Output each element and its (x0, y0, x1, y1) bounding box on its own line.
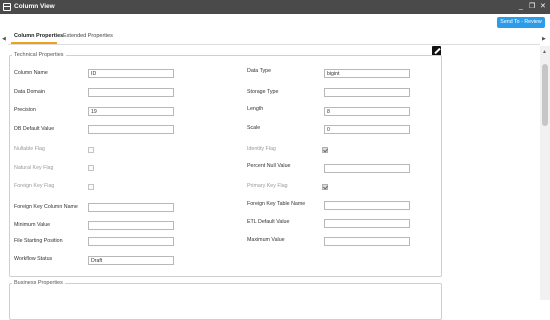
foreign-key-flag-checkbox[interactable] (88, 184, 94, 190)
foreign-key-column-name-label: Foreign Key Column Name (14, 204, 78, 210)
tab-extended-properties[interactable]: Extended Properties (63, 31, 113, 41)
workflow-status-input[interactable] (88, 256, 174, 265)
column-name-input[interactable] (88, 69, 174, 78)
tab-scroll-left-icon[interactable]: ◀ (2, 36, 6, 42)
length-label: Length (247, 106, 264, 112)
column-name-label: Column Name (14, 70, 48, 76)
tab-divider (8, 44, 540, 45)
title-bar: Column View _ ❐ ✕ (0, 0, 550, 14)
primary-key-flag-label: Primary Key Flag (247, 183, 288, 189)
send-to-review-button[interactable]: Send To - Review (497, 17, 545, 28)
tab-scroll-right-icon[interactable]: ▶ (542, 36, 546, 42)
etl-default-value-input[interactable] (324, 219, 410, 228)
scroll-up-icon[interactable]: ▲ (542, 49, 547, 55)
percent-null-value-label: Percent Null Value (247, 163, 291, 169)
storage-type-label: Storage Type (247, 89, 279, 95)
length-input[interactable] (324, 107, 410, 116)
foreign-key-flag-label: Foreign Key Flag (14, 183, 55, 189)
minimum-value-label: Minimum Value (14, 222, 51, 228)
etl-default-value-label: ETL Default Value (247, 219, 290, 225)
workflow-status-label: Workflow Status (14, 256, 53, 262)
window-icon (3, 3, 11, 11)
primary-key-flag-checkbox[interactable] (322, 184, 328, 190)
precision-label: Precision (14, 107, 36, 113)
file-starting-position-label: File Starting Position (14, 238, 63, 244)
maximum-value-input[interactable] (324, 237, 410, 246)
vertical-scrollbar[interactable]: ▲ (540, 46, 550, 300)
nullable-flag-label: Nullable Flag (14, 146, 45, 152)
identity-flag-label: Identity Flag (247, 146, 276, 152)
percent-null-value-input[interactable] (324, 164, 410, 173)
data-domain-label: Data Domain (14, 89, 45, 95)
foreign-key-table-name-label: Foreign Key Table Name (247, 201, 306, 207)
foreign-key-column-name-input[interactable] (88, 203, 174, 212)
foreign-key-table-name-input[interactable] (324, 201, 410, 210)
db-default-value-label: DB Default Value (14, 126, 55, 132)
db-default-value-input[interactable] (88, 125, 174, 134)
identity-flag-checkbox[interactable] (322, 147, 328, 153)
natural-key-flag-checkbox[interactable] (88, 165, 94, 171)
nullable-flag-checkbox[interactable] (88, 147, 94, 153)
scale-input[interactable] (324, 125, 410, 134)
maximum-value-label: Maximum Value (247, 237, 285, 243)
minimum-value-input[interactable] (88, 221, 174, 230)
natural-key-flag-label: Natural Key Flag (14, 165, 54, 171)
scale-label: Scale (247, 125, 261, 131)
data-type-label: Data Type (247, 68, 272, 74)
minimize-icon[interactable]: _ (519, 1, 523, 13)
close-icon[interactable]: ✕ (540, 1, 546, 13)
data-domain-input[interactable] (88, 88, 174, 97)
technical-properties-legend: Technical Properties (14, 52, 64, 58)
scrollbar-thumb[interactable] (542, 64, 548, 126)
column-view-window: Column View _ ❐ ✕ Send To - Review ◀ Col… (0, 0, 550, 320)
precision-input[interactable] (88, 107, 174, 116)
window-title: Column View (14, 3, 55, 10)
tab-column-properties[interactable]: Column Properties (14, 31, 63, 41)
business-properties-legend: Business Properties (14, 280, 63, 286)
storage-type-input[interactable] (324, 88, 410, 97)
business-properties-group: Business Properties (9, 280, 442, 320)
restore-icon[interactable]: ❐ (529, 1, 535, 13)
file-starting-position-input[interactable] (88, 237, 174, 246)
data-type-input[interactable] (324, 69, 410, 78)
